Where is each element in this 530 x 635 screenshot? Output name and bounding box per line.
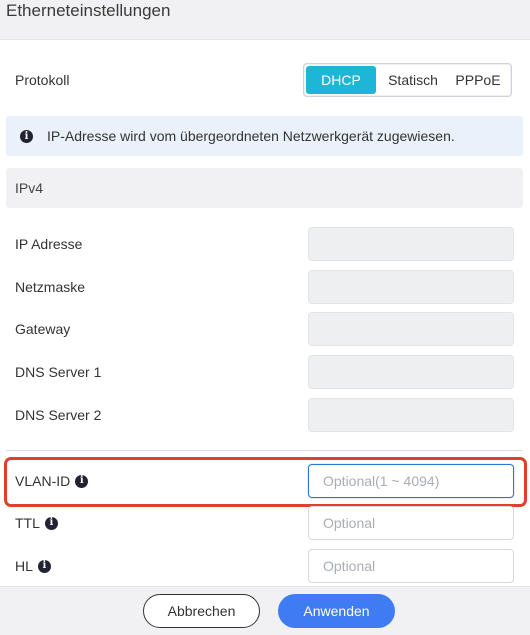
dialog-footer: Abbrechen Anwenden: [0, 586, 530, 635]
info-banner: i IP-Adresse wird vom übergeordneten Net…: [6, 116, 523, 156]
protocol-option-dhcp[interactable]: DHCP: [306, 66, 376, 94]
ethernet-settings-dialog: Etherneteinstellungen Protokoll DHCP Sta…: [0, 0, 530, 635]
hl-label: HL: [15, 558, 33, 574]
dns-server-1-field: [308, 355, 514, 389]
vlan-id-label: VLAN-ID: [15, 473, 71, 489]
dialog-header: Etherneteinstellungen: [0, 0, 530, 40]
ttl-input[interactable]: [308, 506, 514, 540]
info-message: IP-Adresse wird vom übergeordneten Netzw…: [47, 128, 455, 144]
cancel-button[interactable]: Abbrechen: [143, 594, 260, 628]
info-circle-icon: i: [20, 129, 33, 143]
ttl-info-icon[interactable]: i: [44, 516, 58, 530]
gateway-field: [308, 312, 514, 346]
ipv4-section-title: IPv4: [15, 180, 44, 196]
gateway-label: Gateway: [15, 321, 71, 337]
vlan-id-input[interactable]: [308, 464, 514, 498]
hl-info-icon[interactable]: i: [37, 559, 51, 573]
dns-server-2-field: [308, 398, 514, 432]
protocol-option-pppoe[interactable]: PPPoE: [448, 66, 508, 94]
netmask-label: Netzmaske: [15, 279, 86, 295]
ip-address-label: IP Adresse: [15, 236, 83, 252]
vlan-info-icon[interactable]: i: [75, 474, 89, 488]
dialog-title: Etherneteinstellungen: [6, 1, 171, 20]
ip-address-field: [308, 227, 514, 261]
protocol-label: Protokoll: [15, 72, 70, 88]
section-divider: [6, 450, 523, 451]
dns-server-2-label: DNS Server 2: [15, 407, 102, 423]
ttl-label: TTL: [15, 515, 40, 531]
netmask-field: [308, 270, 514, 304]
hl-label-group: HL i: [15, 557, 51, 575]
vlan-id-label-group: VLAN-ID i: [15, 472, 89, 490]
protocol-segmented-control: DHCP Statisch PPPoE: [303, 63, 512, 97]
ttl-label-group: TTL i: [15, 514, 58, 532]
apply-button[interactable]: Anwenden: [278, 594, 395, 628]
dns-server-1-label: DNS Server 1: [15, 364, 102, 380]
protocol-option-static[interactable]: Statisch: [378, 66, 448, 94]
ipv4-section-header: IPv4: [6, 168, 523, 208]
hl-input[interactable]: [308, 549, 514, 583]
